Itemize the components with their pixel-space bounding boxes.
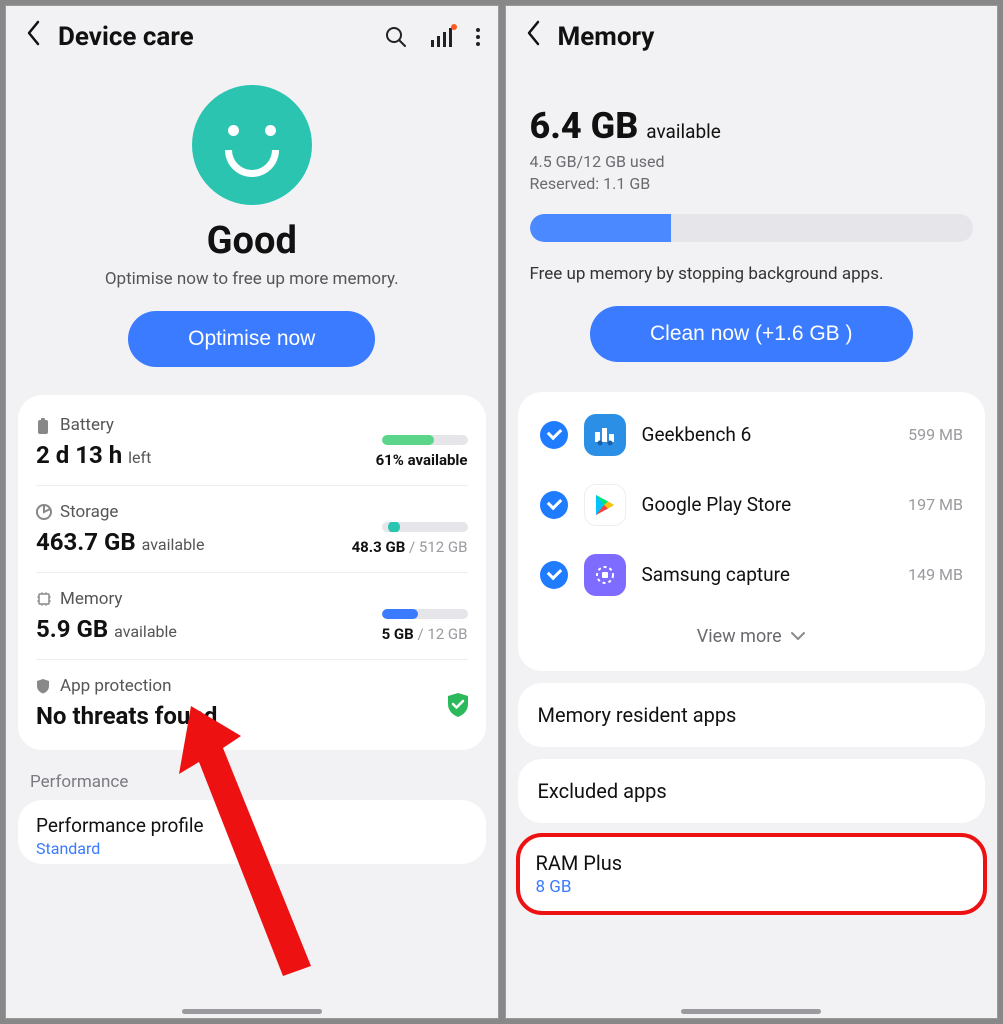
memory-screen: Memory 6.4 GB available 4.5 GB/12 GB use… bbox=[505, 5, 999, 1019]
app-icon bbox=[584, 414, 626, 456]
status-text: Good bbox=[26, 219, 478, 263]
header: Memory bbox=[506, 6, 998, 65]
app-icon bbox=[584, 554, 626, 596]
battery-icon bbox=[36, 417, 52, 433]
battery-row[interactable]: Battery 2 d 13 h left 61% available bbox=[36, 399, 468, 486]
ram-plus-item[interactable]: RAM Plus 8 GB bbox=[518, 835, 986, 913]
app-row[interactable]: Google Play Store 197 MB bbox=[536, 470, 968, 540]
device-care-screen: Device care Good Optimise now to free up… bbox=[5, 5, 499, 1019]
app-icon bbox=[584, 484, 626, 526]
page-title: Memory bbox=[558, 22, 980, 52]
apps-card: Geekbench 6 599 MB Google Play Store 197… bbox=[518, 392, 986, 671]
shield-check-icon bbox=[446, 692, 468, 714]
nav-handle[interactable] bbox=[681, 1009, 821, 1014]
storage-icon bbox=[36, 504, 52, 520]
performance-profile-item[interactable]: Performance profile Standard bbox=[18, 800, 486, 864]
more-icon[interactable] bbox=[476, 28, 480, 46]
memory-resident-item[interactable]: Memory resident apps bbox=[518, 683, 986, 747]
back-button[interactable] bbox=[524, 16, 544, 57]
protection-row[interactable]: App protection No threats found bbox=[36, 660, 468, 746]
checkbox[interactable] bbox=[540, 421, 568, 449]
optimise-button[interactable]: Optimise now bbox=[128, 311, 375, 367]
excluded-apps-item[interactable]: Excluded apps bbox=[518, 759, 986, 823]
chart-icon[interactable] bbox=[430, 26, 454, 48]
memory-usage-bar bbox=[530, 214, 974, 242]
search-icon[interactable] bbox=[384, 25, 408, 49]
nav-handle[interactable] bbox=[182, 1009, 322, 1014]
status-sub: Optimise now to free up more memory. bbox=[26, 269, 478, 289]
freeup-message: Free up memory by stopping background ap… bbox=[506, 252, 998, 284]
checkbox[interactable] bbox=[540, 491, 568, 519]
back-button[interactable] bbox=[24, 16, 44, 57]
status-smiley-icon bbox=[192, 85, 312, 205]
memory-icon bbox=[36, 591, 52, 607]
storage-row[interactable]: Storage 463.7 GB available 48.3 GB / 512… bbox=[36, 486, 468, 573]
memory-bar bbox=[382, 609, 468, 619]
storage-bar bbox=[382, 522, 468, 532]
app-row[interactable]: Samsung capture 149 MB bbox=[536, 540, 968, 610]
battery-bar bbox=[382, 435, 468, 445]
view-more-button[interactable]: View more bbox=[536, 610, 968, 663]
clean-now-button[interactable]: Clean now (+1.6 GB ) bbox=[590, 306, 913, 362]
performance-section-label: Performance bbox=[6, 750, 498, 800]
chevron-down-icon bbox=[790, 631, 806, 641]
memory-row[interactable]: Memory 5.9 GB available 5 GB / 12 GB bbox=[36, 573, 468, 660]
shield-icon bbox=[36, 678, 52, 694]
app-row[interactable]: Geekbench 6 599 MB bbox=[536, 400, 968, 470]
checkbox[interactable] bbox=[540, 561, 568, 589]
header: Device care bbox=[6, 6, 498, 65]
memory-summary: 6.4 GB available 4.5 GB/12 GB used Reser… bbox=[506, 65, 998, 252]
status-hero: Good Optimise now to free up more memory… bbox=[6, 65, 498, 377]
page-title: Device care bbox=[58, 22, 370, 52]
overview-card: Battery 2 d 13 h left 61% available bbox=[18, 395, 486, 750]
